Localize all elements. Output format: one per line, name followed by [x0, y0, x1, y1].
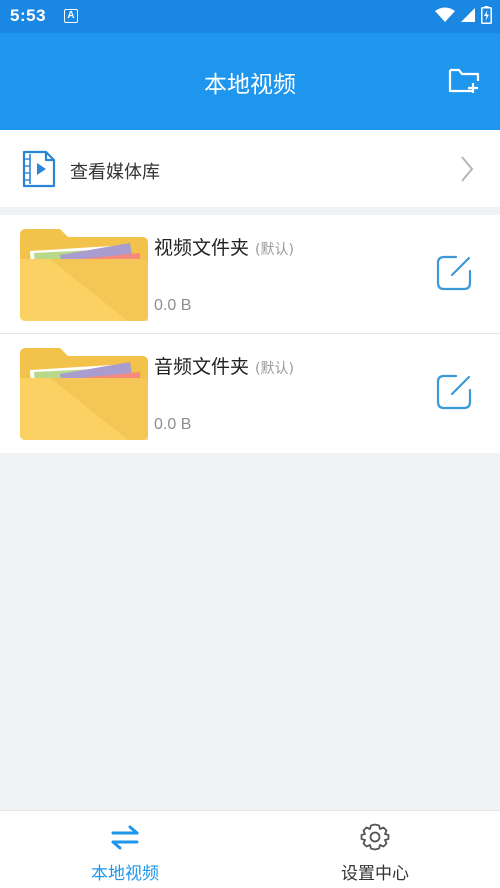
folder-size: 0.0 B — [154, 297, 192, 314]
battery-icon — [481, 6, 492, 24]
status-bar: 5:53 A — [0, 0, 500, 33]
chevron-right-icon — [461, 156, 474, 182]
nav-label: 本地视频 — [91, 864, 159, 884]
default-tag: (默认) — [255, 242, 294, 258]
app-header: 本地视频 — [0, 33, 500, 130]
status-icons — [435, 6, 492, 24]
notification-a-icon: A — [64, 9, 78, 23]
new-folder-icon[interactable] — [448, 65, 480, 95]
folder-name: 视频文件夹 (默认) — [154, 233, 294, 260]
status-time: 5:53 — [10, 6, 47, 25]
wifi-icon — [435, 7, 455, 22]
app-screen: 5:53 A 本地视频 查看媒体库 视频文件夹 (默认) 0.0 B 音频文件夹… — [0, 0, 500, 888]
edit-icon[interactable] — [436, 374, 472, 410]
media-library-label: 查看媒体库 — [70, 162, 160, 183]
folder-icon — [20, 229, 148, 321]
signal-icon — [461, 8, 475, 22]
folder-list: 视频文件夹 (默认) 0.0 B 音频文件夹 (默认) 0.0 B — [0, 215, 500, 453]
edit-icon[interactable] — [436, 255, 472, 291]
nav-item-settings[interactable]: 设置中心 — [250, 811, 500, 888]
gear-icon — [360, 823, 390, 851]
transfer-arrows-icon — [111, 825, 139, 850]
list-item-audio-folder[interactable]: 音频文件夹 (默认) 0.0 B — [0, 334, 500, 452]
media-library-row[interactable]: 查看媒体库 — [0, 130, 500, 207]
folder-size: 0.0 B — [154, 416, 192, 433]
bottom-nav: 本地视频 设置中心 — [0, 810, 500, 888]
folder-name-text: 视频文件夹 — [154, 237, 250, 259]
page-title: 本地视频 — [204, 72, 296, 98]
folder-name: 音频文件夹 (默认) — [154, 352, 294, 379]
nav-label: 设置中心 — [341, 864, 409, 884]
folder-icon — [20, 348, 148, 440]
list-item-video-folder[interactable]: 视频文件夹 (默认) 0.0 B — [0, 215, 500, 333]
video-file-icon — [22, 150, 56, 188]
default-tag: (默认) — [255, 361, 294, 377]
nav-item-local-video[interactable]: 本地视频 — [0, 811, 250, 888]
folder-name-text: 音频文件夹 — [154, 356, 250, 378]
